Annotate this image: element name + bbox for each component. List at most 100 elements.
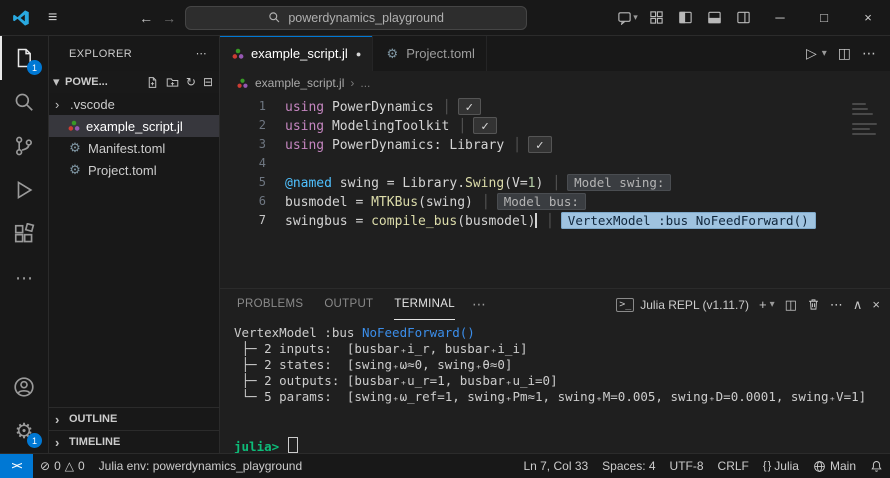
customize-layout-icon[interactable] — [642, 0, 671, 35]
explorer-badge: 1 — [27, 60, 42, 75]
inline-result[interactable]: Model swing: — [567, 174, 671, 191]
terminal-more-icon[interactable]: ⋯ — [830, 297, 843, 313]
extensions-icon[interactable] — [0, 212, 48, 256]
line-number: 7 — [220, 211, 285, 230]
run-file-icon[interactable]: ▷ — [806, 45, 817, 62]
more-views-icon[interactable]: ⋯ — [0, 256, 48, 300]
close-window-button[interactable]: × — [846, 0, 890, 35]
terminal-line — [234, 405, 876, 421]
file-name: Manifest.toml — [88, 141, 165, 156]
breadcrumb-more[interactable]: ... — [360, 76, 370, 90]
command-center-search[interactable]: powerdynamics_playground — [185, 6, 527, 30]
maximize-panel-icon[interactable]: ∧ — [853, 297, 863, 313]
julia-file-icon — [67, 119, 81, 133]
minimize-button[interactable]: ─ — [758, 0, 802, 35]
search-view-icon[interactable] — [0, 80, 48, 124]
source-control-icon[interactable] — [0, 124, 48, 168]
terminal-line: └─ 5 params: [swing₊ω_ref=1, swing₊Pm≈1,… — [234, 389, 876, 405]
code-text: swingbus = compile_bus(busmodel)│VertexM… — [285, 211, 816, 230]
outline-section[interactable]: › OUTLINE — [49, 407, 219, 430]
title-bar: ≡ ← → powerdynamics_playground ▾ — [0, 0, 890, 36]
explorer-view-icon[interactable]: 1 — [0, 36, 48, 80]
collapse-all-icon[interactable]: ⊟ — [203, 75, 213, 89]
toggle-primary-sidebar-icon[interactable] — [671, 0, 700, 35]
julia-module-status[interactable]: Main — [806, 454, 863, 478]
warning-icon: △ — [65, 459, 74, 473]
terminal-instance-julia-repl[interactable]: >_ Julia REPL (v1.11.7) — [616, 298, 749, 312]
code-editor[interactable]: 1using PowerDynamics│✓2using ModelingToo… — [220, 95, 890, 288]
inline-result[interactable]: ✓ — [528, 136, 552, 153]
chat-dropdown-icon[interactable]: ▾ — [613, 0, 642, 35]
code-line[interactable]: 1using PowerDynamics│✓ — [220, 97, 890, 116]
explorer-more-icon[interactable]: ⋯ — [196, 47, 207, 60]
julia-env-status[interactable]: Julia env: powerdynamics_playground — [92, 454, 309, 478]
code-line[interactable]: 5@named swing = Library.Swing(V=1)│Model… — [220, 173, 890, 192]
new-file-icon[interactable] — [146, 76, 159, 89]
editor-cursor — [535, 213, 537, 228]
breadcrumb-file[interactable]: example_script.jl — [255, 76, 344, 90]
language-status[interactable]: { } Julia — [756, 454, 806, 478]
split-editor-icon[interactable]: ◫ — [838, 45, 851, 62]
settings-gear-icon[interactable]: ⚙ 1 — [0, 409, 48, 453]
code-line[interactable]: 6busmodel = MTKBus(swing)│Model bus: — [220, 192, 890, 211]
remote-indicator[interactable]: >< — [0, 454, 33, 478]
code-line[interactable]: 3using PowerDynamics: Library│✓ — [220, 135, 890, 154]
inline-result-separator: │ — [546, 214, 554, 229]
inline-result[interactable]: ✓ — [473, 117, 497, 134]
tree-item-example-script[interactable]: example_script.jl — [49, 115, 219, 137]
inline-result[interactable]: ✓ — [458, 98, 482, 115]
tab-problems[interactable]: PROBLEMS — [237, 289, 303, 320]
refresh-icon[interactable]: ↻ — [186, 75, 196, 89]
tab-example-script[interactable]: example_script.jl ● — [220, 36, 373, 71]
indentation-status[interactable]: Spaces: 4 — [595, 454, 662, 478]
cursor-position-status[interactable]: Ln 7, Col 33 — [516, 454, 595, 478]
encoding-status[interactable]: UTF-8 — [663, 454, 711, 478]
split-terminal-icon[interactable]: ◫ — [785, 297, 797, 313]
editor-more-icon[interactable]: ⋯ — [862, 45, 876, 62]
terminal-line: VertexModel :bus NoFeedForward() — [234, 325, 876, 341]
forward-icon[interactable]: → — [162, 10, 176, 26]
tree-item-manifest[interactable]: ⚙ Manifest.toml — [49, 137, 219, 159]
toggle-secondary-sidebar-icon[interactable] — [729, 0, 758, 35]
timeline-section[interactable]: › TIMELINE — [49, 430, 219, 453]
breadcrumb[interactable]: example_script.jl › ... — [220, 71, 890, 95]
code-text: busmodel = MTKBus(swing)│Model bus: — [285, 192, 586, 211]
project-section-header[interactable]: ▾ POWE... ↻ ⊟ — [49, 71, 219, 93]
inline-result[interactable]: VertexModel :bus NoFeedForward() — [561, 212, 816, 229]
tree-item-vscode[interactable]: › .vscode — [49, 93, 219, 115]
run-dropdown-icon[interactable]: ▾ — [822, 48, 827, 59]
terminal-dropdown-icon[interactable]: ▾ — [770, 299, 775, 310]
terminal-line — [234, 421, 876, 437]
maximize-button[interactable]: □ — [802, 0, 846, 35]
inline-result[interactable]: Model bus: — [497, 193, 586, 210]
status-bar: >< ⊘ 0 △ 0 Julia env: powerdynamics_play… — [0, 453, 890, 478]
editor-tab-bar: example_script.jl ● ⚙ Project.toml ▷ ▾ ◫… — [220, 36, 890, 71]
notifications-bell[interactable] — [863, 454, 890, 478]
chevron-right-icon: › — [55, 435, 65, 450]
kill-terminal-icon[interactable] — [807, 298, 820, 311]
code-line[interactable]: 2using ModelingToolkit│✓ — [220, 116, 890, 135]
menu-icon[interactable]: ≡ — [48, 9, 57, 27]
tab-terminal[interactable]: TERMINAL — [394, 289, 455, 320]
terminal-output[interactable]: VertexModel :bus NoFeedForward() ├─ 2 in… — [220, 320, 890, 453]
tab-project-toml[interactable]: ⚙ Project.toml — [373, 36, 487, 71]
code-line[interactable]: 4 — [220, 154, 890, 173]
run-debug-icon[interactable] — [0, 168, 48, 212]
close-panel-icon[interactable]: × — [872, 297, 880, 312]
new-folder-icon[interactable] — [166, 76, 179, 89]
eol-status[interactable]: CRLF — [711, 454, 756, 478]
tree-item-project[interactable]: ⚙ Project.toml — [49, 159, 219, 181]
project-name: POWE... — [65, 76, 108, 88]
tab-output[interactable]: OUTPUT — [324, 289, 373, 320]
new-terminal-icon[interactable]: + — [759, 297, 767, 312]
toggle-panel-icon[interactable] — [700, 0, 729, 35]
panel-header: PROBLEMS OUTPUT TERMINAL ⋯ >_ Julia REPL… — [220, 289, 890, 320]
minimap[interactable] — [852, 103, 878, 135]
panel-tabs-more-icon[interactable]: ⋯ — [472, 296, 486, 313]
back-icon[interactable]: ← — [139, 10, 153, 26]
account-icon[interactable] — [0, 365, 48, 409]
problems-status[interactable]: ⊘ 0 △ 0 — [33, 454, 92, 478]
explorer-sidebar: EXPLORER ⋯ ▾ POWE... ↻ ⊟ — [49, 36, 220, 453]
modified-dot-icon[interactable]: ● — [356, 49, 361, 59]
code-line[interactable]: 7swingbus = compile_bus(busmodel)│Vertex… — [220, 211, 890, 230]
